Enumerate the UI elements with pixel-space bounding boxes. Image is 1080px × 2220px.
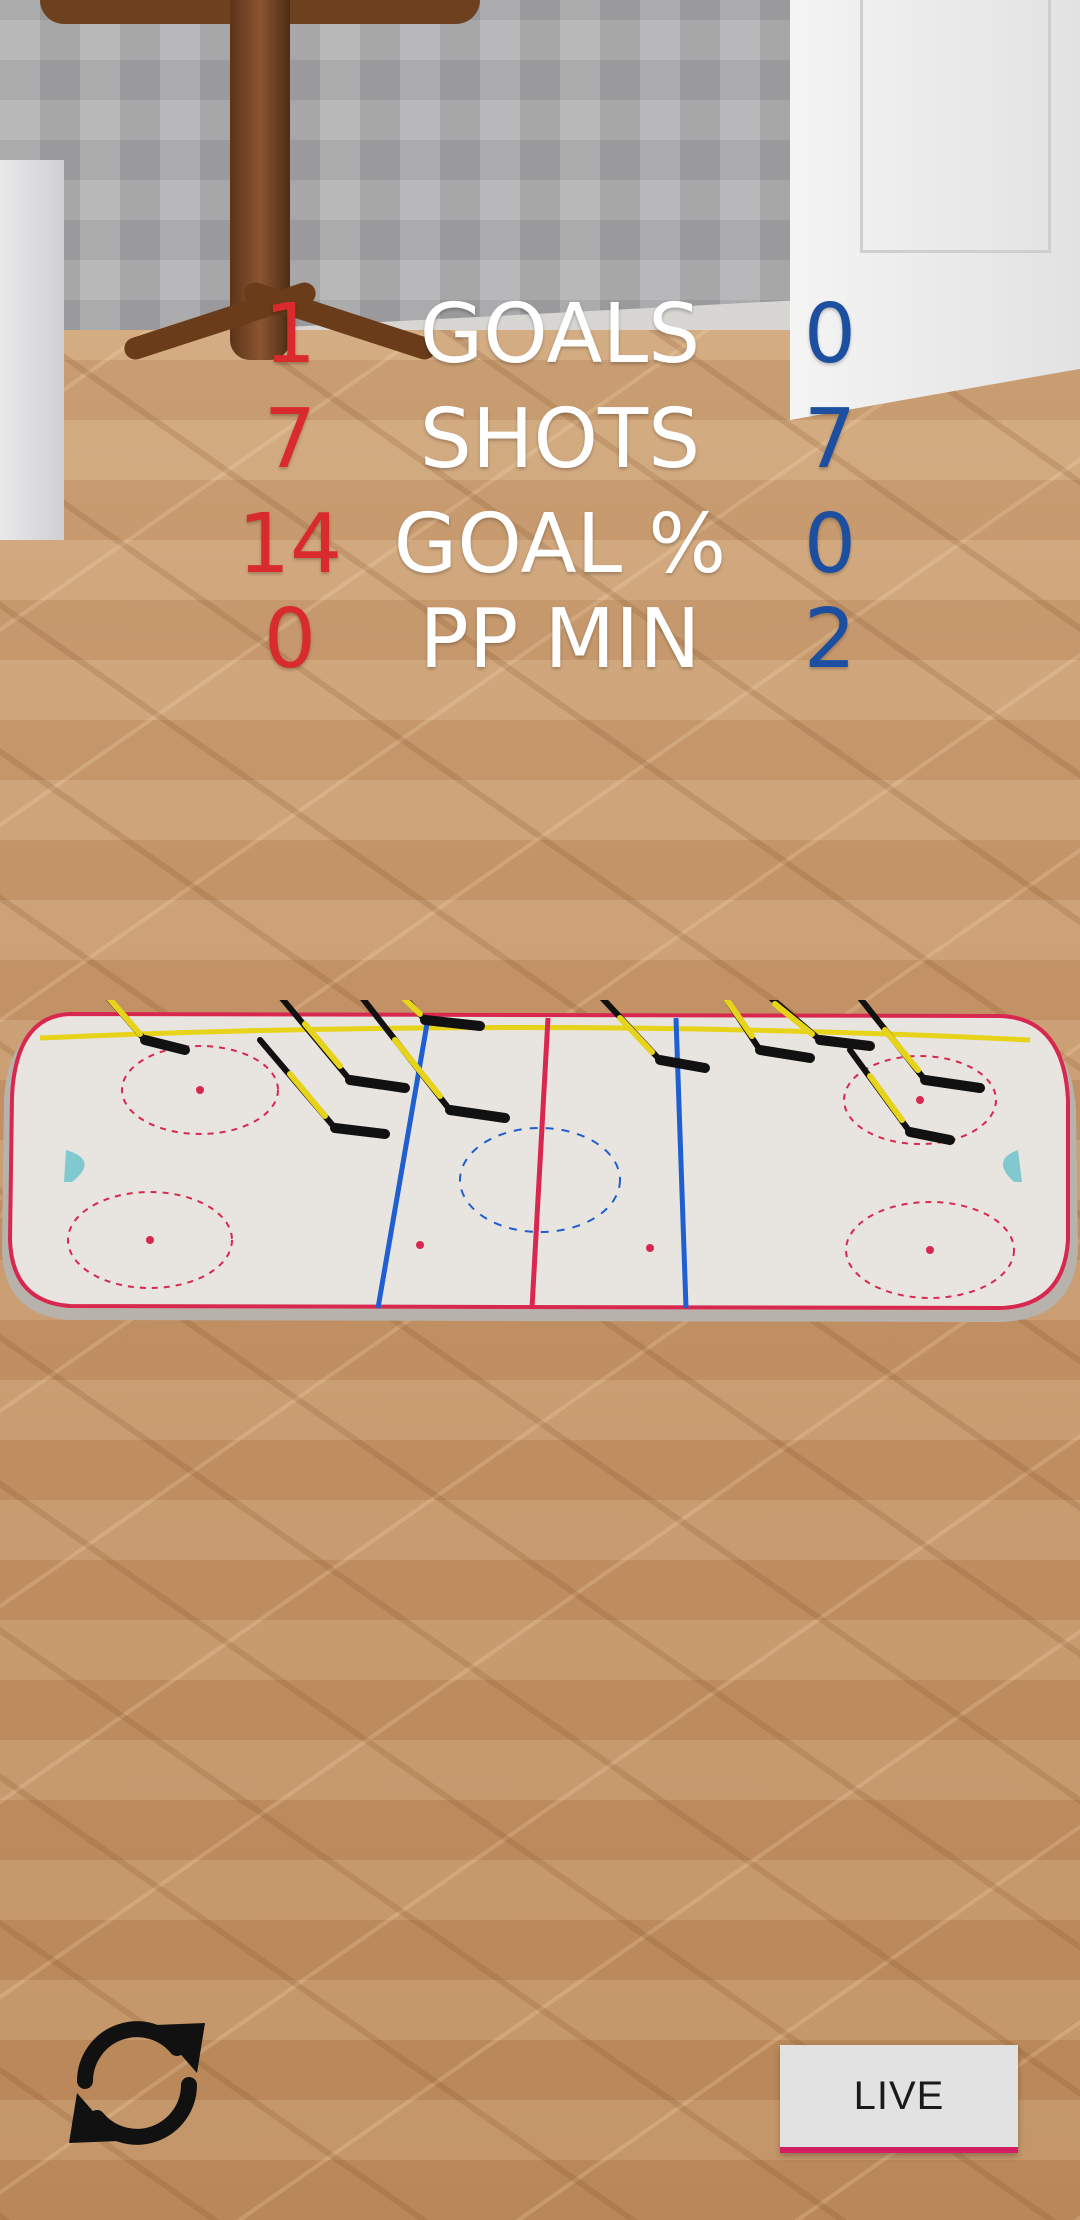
- faceoff-dot: [196, 1086, 204, 1094]
- goal-percent-label: GOAL %: [393, 497, 727, 592]
- home-shots-value: 7: [263, 392, 317, 487]
- live-button[interactable]: LIVE: [780, 2045, 1018, 2153]
- home-goal-percent-value: 14: [237, 497, 343, 592]
- faceoff-dot: [646, 1244, 654, 1252]
- refresh-icon: [57, 2003, 217, 2167]
- faceoff-dot: [416, 1241, 424, 1249]
- pp-min-label: PP MIN: [419, 592, 701, 687]
- away-goal-percent-value: 0: [803, 497, 857, 592]
- shots-label: SHOTS: [419, 392, 701, 487]
- hockey-rink[interactable]: [0, 1000, 1080, 1340]
- home-pp-min-value: 0: [263, 592, 317, 687]
- home-goals-value: 1: [263, 287, 317, 382]
- scoreboard-row-goal-percent: 14 GOAL % 0: [0, 500, 1080, 590]
- faceoff-dot: [146, 1236, 154, 1244]
- goals-label: GOALS: [419, 287, 701, 382]
- door-panel: [860, 0, 1051, 253]
- scoreboard-row-goals: 1 GOALS 0: [0, 290, 1080, 380]
- away-pp-min-value: 2: [803, 592, 857, 687]
- scoreboard-row-shots: 7 SHOTS 7: [0, 395, 1080, 485]
- away-goals-value: 0: [803, 287, 857, 382]
- faceoff-dot: [926, 1246, 934, 1254]
- refresh-button[interactable]: [52, 2000, 222, 2170]
- scoreboard-row-pp-min: 0 PP MIN 2: [0, 595, 1080, 685]
- faceoff-dot: [916, 1096, 924, 1104]
- away-shots-value: 7: [803, 392, 857, 487]
